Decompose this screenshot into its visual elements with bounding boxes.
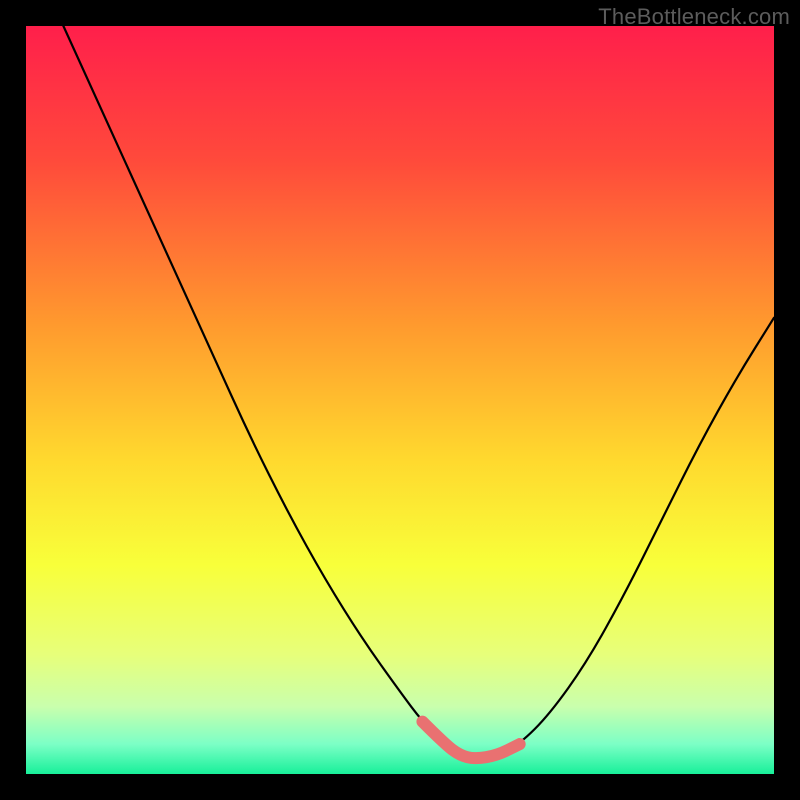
- chart-frame: TheBottleneck.com: [0, 0, 800, 800]
- plot-area: [26, 26, 774, 774]
- bottleneck-chart: [26, 26, 774, 774]
- gradient-background: [26, 26, 774, 774]
